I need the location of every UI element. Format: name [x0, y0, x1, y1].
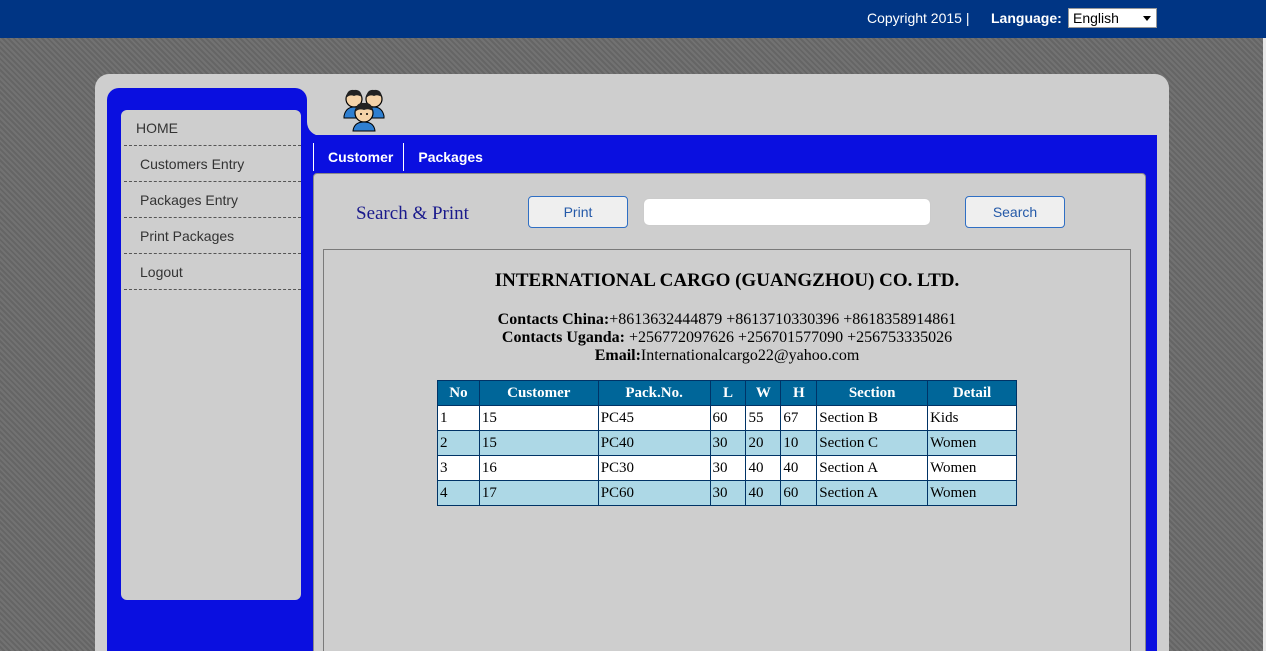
chevron-down-icon [1143, 16, 1151, 21]
table-cell: 10 [780, 430, 818, 456]
table-cell: 30 [709, 455, 747, 481]
column-header-h: H [780, 380, 818, 406]
corner-decoration-cover [307, 108, 335, 136]
tab-bar: Customer Packages [313, 143, 493, 171]
table-cell: Kids [927, 405, 1017, 431]
table-cell: Women [927, 430, 1017, 456]
sidebar-item-customers-entry[interactable]: Customers Entry [124, 146, 301, 182]
table-row: 3 16 PC30 30 40 40 Section A Women [437, 455, 1017, 481]
top-bar: Copyright 2015 | Language: English [0, 0, 1266, 38]
sidebar-menu: HOME Customers Entry Packages Entry Prin… [124, 110, 301, 290]
tab-packages[interactable]: Packages [403, 143, 493, 171]
table-cell: 20 [745, 430, 782, 456]
tab-customer[interactable]: Customer [313, 143, 403, 171]
language-label: Language: [991, 10, 1062, 26]
table-cell: 40 [745, 455, 782, 481]
column-header-customer: Customer [478, 380, 599, 406]
email-value: Internationalcargo22@yahoo.com [640, 347, 860, 364]
table-cell: 55 [745, 405, 782, 431]
copyright-text: Copyright 2015 | [867, 10, 970, 26]
table-cell: Women [927, 480, 1017, 506]
contacts-china-line: Contacts China:+8613632444879 +861371033… [323, 311, 1131, 329]
table-cell: Section A [816, 480, 929, 506]
table-cell: PC60 [597, 480, 711, 506]
table-cell: PC30 [597, 455, 711, 481]
table-cell: 15 [478, 405, 599, 431]
table-cell: 30 [709, 480, 747, 506]
contacts-china-label: Contacts China: [497, 311, 610, 328]
table-cell: Women [927, 455, 1017, 481]
print-button[interactable]: Print [528, 196, 628, 228]
search-input[interactable] [643, 198, 931, 226]
column-header-l: L [709, 380, 747, 406]
table-cell: 17 [478, 480, 599, 506]
table-cell: Section B [816, 405, 929, 431]
contacts-uganda-label: Contacts Uganda: [501, 329, 626, 346]
table-cell: Section A [816, 455, 929, 481]
column-header-no: No [437, 380, 480, 406]
table-cell: 16 [478, 455, 599, 481]
email-label: Email: [594, 347, 641, 364]
table-row: 2 15 PC40 30 20 10 Section C Women [437, 430, 1017, 456]
table-cell: 1 [437, 405, 480, 431]
column-header-w: W [745, 380, 782, 406]
table-cell: 2 [437, 430, 480, 456]
packages-table: No Customer Pack.No. L W H Section Detai… [437, 380, 1017, 506]
table-cell: 40 [745, 480, 782, 506]
company-name: INTERNATIONAL CARGO (GUANGZHOU) CO. LTD. [494, 270, 960, 291]
users-group-icon [343, 89, 385, 132]
language-select[interactable]: English [1068, 8, 1157, 28]
contacts-uganda-line: Contacts Uganda: +256772097626 +25670157… [323, 329, 1131, 347]
sidebar-item-home[interactable]: HOME [124, 110, 301, 146]
search-button[interactable]: Search [965, 196, 1065, 228]
table-cell: 4 [437, 480, 480, 506]
table-cell: 30 [709, 430, 747, 456]
contacts-uganda-value: +256772097626 +256701577090 +25675333502… [625, 329, 953, 346]
table-cell: 3 [437, 455, 480, 481]
column-header-section: Section [816, 380, 929, 406]
sidebar-item-packages-entry[interactable]: Packages Entry [124, 182, 301, 218]
sidebar-item-print-packages[interactable]: Print Packages [124, 218, 301, 254]
contact-block: Contacts China:+8613632444879 +861371033… [323, 311, 1131, 365]
table-cell: 60 [780, 480, 818, 506]
table-header-row: No Customer Pack.No. L W H Section Detai… [437, 380, 1017, 406]
page-title: Search & Print [356, 203, 469, 224]
table-cell: 67 [780, 405, 818, 431]
column-header-pack-no: Pack.No. [597, 380, 711, 406]
table-cell: 60 [709, 405, 747, 431]
table-row: 1 15 PC45 60 55 67 Section B Kids [437, 405, 1017, 431]
contacts-china-value: +8613632444879 +8613710330396 +861835891… [609, 311, 957, 328]
email-line: Email:Internationalcargo22@yahoo.com [323, 347, 1131, 365]
sidebar-item-logout[interactable]: Logout [124, 254, 301, 290]
table-cell: Section C [816, 430, 929, 456]
language-selected-value: English [1073, 10, 1119, 26]
table-cell: PC40 [597, 430, 711, 456]
table-cell: PC45 [597, 405, 711, 431]
column-header-detail: Detail [927, 380, 1017, 406]
table-cell: 15 [478, 430, 599, 456]
table-row: 4 17 PC60 30 40 60 Section A Women [437, 480, 1017, 506]
table-cell: 40 [780, 455, 818, 481]
